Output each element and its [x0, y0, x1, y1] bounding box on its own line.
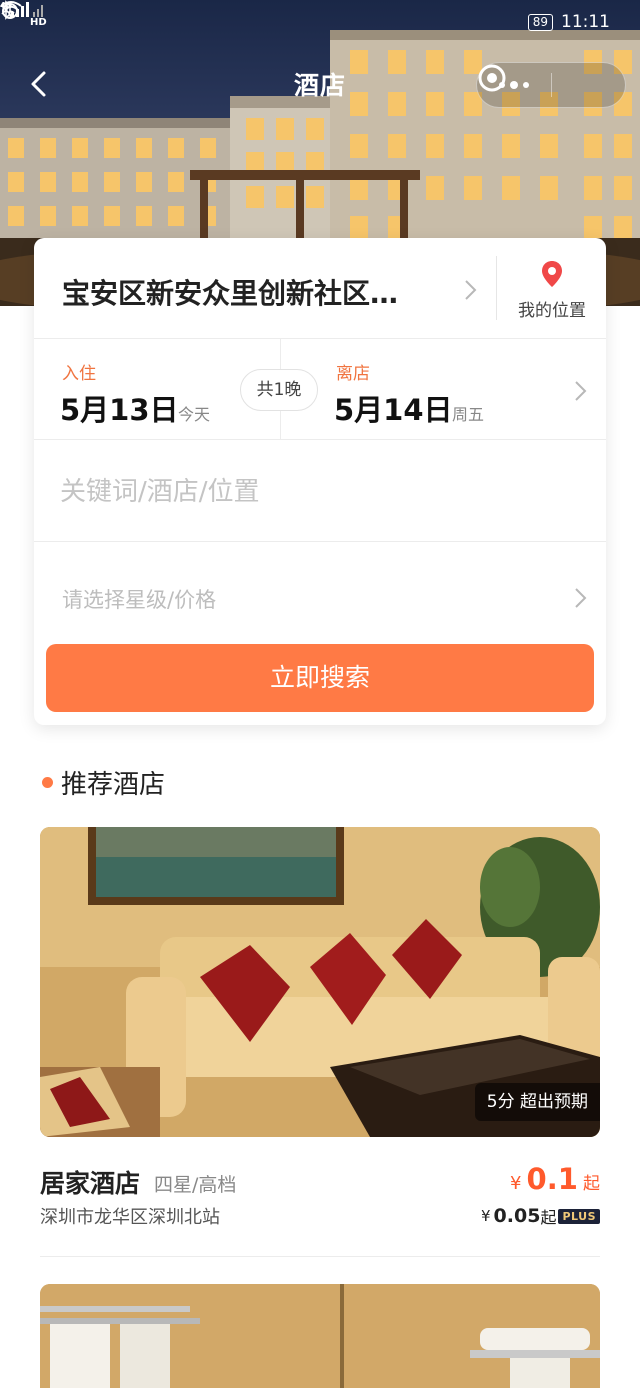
- nights-badge: 共1晚: [240, 369, 318, 411]
- checkout-day: 周五: [452, 405, 485, 424]
- my-location-button[interactable]: 我的位置: [504, 260, 600, 321]
- recommend-section-header: 推荐酒店: [42, 764, 165, 801]
- star-price-placeholder: 请选择星级/价格: [62, 588, 217, 612]
- location-text[interactable]: 宝安区新安众里创新社区…: [62, 272, 432, 312]
- price-value: 0.1: [526, 1162, 578, 1196]
- status-bar: HD 4G 89 11:11: [0, 0, 640, 44]
- hotel-bathroom-image: [40, 1284, 600, 1388]
- plus-member-price: ¥ 0.05 起 PLUS: [481, 1204, 600, 1228]
- plus-price-suffix: 起: [540, 1208, 557, 1227]
- search-submit-button[interactable]: 立即搜索: [46, 644, 594, 712]
- keyword-search-input[interactable]: [60, 470, 560, 514]
- hotel-photo[interactable]: [40, 1284, 600, 1388]
- hotel-photo[interactable]: 5分 超出预期: [40, 827, 600, 1137]
- chevron-right-icon: [572, 586, 588, 610]
- location-row[interactable]: 宝安区新安众里创新社区… 我的位置: [34, 238, 606, 339]
- search-card: 宝安区新安众里创新社区… 我的位置 入住 5月13日 今天 共1晚 离店 5月1…: [34, 238, 606, 725]
- score-tag: 5分 超出预期: [474, 1083, 600, 1121]
- date-row[interactable]: 入住 5月13日 今天 共1晚 离店 5月14日 周五: [34, 339, 606, 440]
- my-location-label: 我的位置: [518, 301, 586, 321]
- nav-bar: 酒店: [0, 54, 640, 114]
- capsule-divider: [551, 73, 552, 97]
- plus-currency: ¥: [481, 1207, 491, 1225]
- hotel-address: 深圳市龙华区深圳北站: [40, 1207, 220, 1228]
- hotel-name[interactable]: 居家酒店: [40, 1164, 140, 1200]
- location-divider: [496, 256, 497, 320]
- location-pin-icon: [541, 261, 563, 292]
- battery-indicator: 89: [527, 13, 553, 31]
- price-suffix: 起: [583, 1174, 600, 1194]
- recommend-section-title: 推荐酒店: [61, 770, 166, 800]
- checkout-label: 离店: [336, 364, 370, 384]
- chevron-right-icon: [572, 379, 588, 403]
- hd-indicator: HD: [30, 16, 47, 28]
- status-time: 11:11: [561, 12, 610, 32]
- star-price-row[interactable]: 请选择星级/价格: [34, 542, 606, 642]
- checkin-day: 今天: [178, 405, 211, 424]
- hotel-level: 四星/高档: [154, 1174, 237, 1196]
- plus-price-value: 0.05: [493, 1205, 541, 1227]
- checkin-date[interactable]: 5月13日: [60, 387, 179, 429]
- list-divider: [40, 1256, 600, 1257]
- checkout-date[interactable]: 5月14日: [334, 387, 453, 429]
- hotel-price: ¥ 0.1 起: [510, 1162, 600, 1196]
- section-dot-icon: [42, 777, 53, 788]
- keyword-row: [34, 440, 606, 542]
- checkin-label: 入住: [62, 364, 96, 384]
- miniprogram-capsule: [476, 62, 626, 108]
- price-currency: ¥: [509, 1173, 522, 1194]
- chevron-right-icon: [462, 278, 478, 302]
- plus-badge: PLUS: [558, 1208, 600, 1224]
